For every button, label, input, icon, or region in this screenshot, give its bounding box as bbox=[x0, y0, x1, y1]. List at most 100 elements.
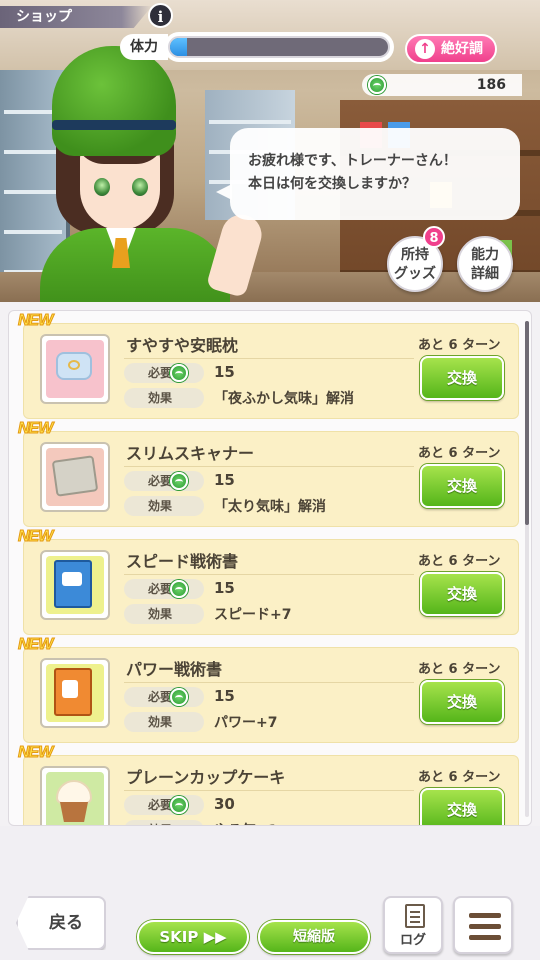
coin-amount: 186 bbox=[476, 77, 506, 93]
mood-label: 絶好調 bbox=[441, 41, 483, 57]
menu-button[interactable] bbox=[453, 896, 513, 954]
item-name: すやすや安眠枕 bbox=[126, 336, 239, 355]
required-pill: 必要 bbox=[124, 687, 204, 707]
required-label: 必要 bbox=[148, 582, 173, 596]
item-icon-frame bbox=[40, 550, 110, 620]
turns-remaining: あと 6 ターン bbox=[418, 770, 501, 785]
coin-icon bbox=[170, 688, 188, 706]
mood-badge[interactable]: ↑ 絶好調 bbox=[405, 34, 497, 64]
shop-item: NEW スピード戦術書 あと 6 ターン必要 15 効果 スピード+7 交換 bbox=[17, 528, 519, 635]
stats-detail-button[interactable]: 能力 詳細 bbox=[457, 236, 513, 292]
required-label: 必要 bbox=[148, 798, 173, 812]
required-label: 必要 bbox=[148, 474, 173, 488]
short-version-button[interactable]: 短縮版 bbox=[258, 920, 370, 954]
cupcake-icon bbox=[46, 772, 104, 825]
effect-pill: 効果 bbox=[124, 388, 204, 408]
effect-pill: 効果 bbox=[124, 712, 204, 732]
effect-label: 効果 bbox=[148, 391, 173, 405]
effect-label: 効果 bbox=[148, 715, 173, 729]
effect-label: 効果 bbox=[148, 607, 173, 621]
item-effect: パワー+7 bbox=[214, 715, 278, 731]
required-label: 必要 bbox=[148, 366, 173, 380]
exchange-button[interactable]: 交換 bbox=[420, 464, 504, 508]
new-badge: NEW bbox=[17, 744, 53, 762]
exchange-button[interactable]: 交換 bbox=[420, 572, 504, 616]
turns-remaining: あと 6 ターン bbox=[418, 662, 501, 677]
scale-icon bbox=[46, 448, 104, 506]
new-badge: NEW bbox=[17, 528, 53, 546]
turns-remaining: あと 6 ターン bbox=[418, 338, 501, 353]
item-name: パワー戦術書 bbox=[126, 660, 223, 679]
shop-item: NEWプレーンカップケーキあと 6 ターン必要30効果やる気+1交換 bbox=[17, 744, 519, 825]
stats-label-2: 詳細 bbox=[471, 266, 499, 282]
shop-item: NEW パワー戦術書 あと 6 ターン必要 15 効果 パワー+7 交換 bbox=[17, 636, 519, 743]
skip-button[interactable]: SKIP ▶▶ bbox=[137, 920, 249, 954]
item-icon-frame bbox=[40, 658, 110, 728]
dialogue-bubble: お疲れ様です、トレーナーさん！ 本日は何を交換しますか？ bbox=[216, 128, 520, 220]
item-effect: 「太り気味」解消 bbox=[214, 499, 326, 515]
required-label: 必要 bbox=[148, 690, 173, 704]
turns-remaining: あと 6 ターン bbox=[418, 446, 501, 461]
item-icon-frame bbox=[40, 334, 110, 404]
item-name: スピード戦術書 bbox=[126, 552, 239, 571]
item-list[interactable]: NEWプレーンカップケーキあと 6 ターン必要30効果やる気+1交換NEWパワー… bbox=[8, 310, 532, 826]
item-name: スリムスキャナー bbox=[126, 444, 255, 463]
divider bbox=[124, 466, 414, 467]
required-pill: 必要 bbox=[124, 579, 204, 599]
owned-goods-label-2: グッズ bbox=[394, 266, 436, 282]
required-pill: 必要 bbox=[124, 471, 204, 491]
owned-count-badge: 8 bbox=[423, 226, 445, 248]
effect-pill: 効果 bbox=[124, 604, 204, 624]
new-badge: NEW bbox=[17, 636, 53, 654]
coin-icon bbox=[170, 472, 188, 490]
new-badge: NEW bbox=[17, 420, 53, 438]
new-badge: NEW bbox=[17, 312, 53, 330]
arrow-up-icon: ↑ bbox=[415, 39, 435, 59]
page-title: ショップ bbox=[0, 6, 152, 28]
effect-pill: 効果 bbox=[124, 496, 204, 516]
hp-fill bbox=[170, 38, 188, 56]
hp-label: 体力 bbox=[120, 34, 168, 60]
divider bbox=[124, 682, 414, 683]
item-cost: 15 bbox=[214, 687, 235, 705]
shop-item: NEW スリムスキャナー あと 6 ターン必要 15 効果 「太り気味」解消 交換 bbox=[17, 420, 519, 527]
hp-bar bbox=[164, 32, 394, 62]
scrollbar-thumb[interactable] bbox=[525, 321, 529, 525]
item-icon-frame bbox=[40, 766, 110, 825]
required-pill: 必要 bbox=[124, 363, 204, 383]
pillow-icon bbox=[46, 340, 104, 398]
dialogue-line-2: 本日は何を交換しますか？ bbox=[248, 176, 416, 192]
coin-icon bbox=[170, 580, 188, 598]
exchange-button[interactable]: 交換 bbox=[420, 356, 504, 400]
coin-icon bbox=[368, 76, 386, 94]
item-cost: 30 bbox=[214, 795, 235, 813]
exchange-button[interactable]: 交換 bbox=[420, 788, 504, 825]
exchange-button[interactable]: 交換 bbox=[420, 680, 504, 724]
info-button[interactable]: i bbox=[148, 3, 173, 28]
item-effect: スピード+7 bbox=[214, 607, 292, 623]
log-label: ログ bbox=[399, 933, 426, 948]
dialogue-line-1: お疲れ様です、トレーナーさん！ bbox=[248, 153, 457, 169]
back-button[interactable]: 戻る bbox=[16, 896, 106, 950]
required-pill: 必要 bbox=[124, 795, 204, 815]
shop-item: NEW すやすや安眠枕 あと 6 ターン 必要 15 効果 「夜ふかし気味」解消 交換 bbox=[17, 312, 519, 419]
effect-label: 効果 bbox=[148, 499, 173, 513]
speed-book-icon bbox=[46, 556, 104, 614]
stats-label-1: 能力 bbox=[471, 247, 499, 263]
item-cost: 15 bbox=[214, 579, 235, 597]
log-icon bbox=[405, 904, 425, 928]
log-button[interactable]: ログ bbox=[383, 896, 443, 954]
item-icon-frame bbox=[40, 442, 110, 512]
item-cost: 15 bbox=[214, 363, 235, 381]
item-name: プレーンカップケーキ bbox=[126, 768, 286, 787]
divider bbox=[124, 358, 414, 359]
coin-balance: 186 bbox=[362, 74, 522, 96]
owned-goods-label-1: 所持 bbox=[401, 247, 429, 263]
power-book-icon bbox=[46, 664, 104, 722]
item-cost: 15 bbox=[214, 471, 235, 489]
divider bbox=[124, 790, 414, 791]
coin-icon bbox=[170, 364, 188, 382]
coin-icon bbox=[170, 796, 188, 814]
turns-remaining: あと 6 ターン bbox=[418, 554, 501, 569]
divider bbox=[124, 574, 414, 575]
